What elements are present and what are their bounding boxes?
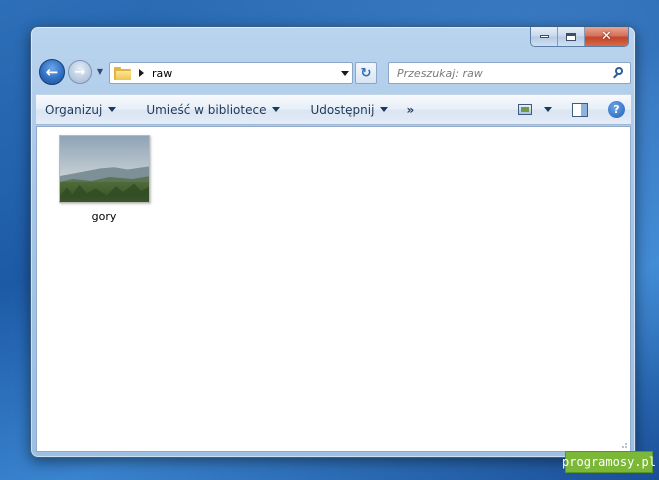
organize-label: Organizuj <box>45 102 103 117</box>
search-icon[interactable] <box>610 65 626 81</box>
breadcrumb-item-raw[interactable]: raw <box>152 67 338 80</box>
chevron-down-icon: ▼ <box>96 67 104 76</box>
back-arrow-icon: ← <box>45 63 59 81</box>
maximize-icon <box>566 32 576 41</box>
refresh-icon: ↻ <box>360 65 372 81</box>
address-bar[interactable]: raw <box>109 62 353 84</box>
chevron-down-icon <box>341 70 349 76</box>
recent-pages-button[interactable]: ▼ <box>95 67 105 77</box>
search-box[interactable] <box>388 62 631 84</box>
image-thumbnail[interactable] <box>58 135 150 203</box>
minimize-button[interactable] <box>531 27 558 46</box>
preview-pane-icon[interactable] <box>572 102 588 117</box>
chevron-down-icon <box>272 107 281 112</box>
back-button[interactable]: ← <box>39 59 65 85</box>
share-label: Udostępnij <box>310 102 375 117</box>
folder-icon <box>114 66 131 80</box>
change-view-icon[interactable] <box>518 104 532 115</box>
file-list-pane[interactable]: gory <box>36 126 631 452</box>
refresh-button[interactable]: ↻ <box>355 62 377 84</box>
maximize-button[interactable] <box>558 27 585 46</box>
share-menu-button[interactable]: Udostępnij <box>301 95 397 124</box>
view-options-button[interactable] <box>544 107 552 112</box>
search-input[interactable] <box>397 66 610 80</box>
minimize-icon <box>539 35 549 38</box>
resize-grip-icon[interactable] <box>618 439 628 449</box>
include-in-library-label: Umieść w bibliotece <box>146 102 267 117</box>
chevron-down-icon <box>380 107 389 112</box>
watermark: programosy.pl <box>562 451 656 473</box>
close-icon: ✕ <box>601 29 612 44</box>
close-button[interactable]: ✕ <box>585 27 628 46</box>
forward-arrow-icon: → <box>74 64 86 80</box>
help-icon[interactable]: ? <box>608 101 625 118</box>
breadcrumb-separator-icon[interactable] <box>139 69 144 77</box>
chevron-down-icon <box>108 107 117 112</box>
address-history-button[interactable] <box>338 63 352 83</box>
file-name[interactable]: gory <box>92 210 117 223</box>
explorer-window: ✕ ← → ▼ raw ↻ Przeszukaj: raw Organizuj … <box>30 26 636 458</box>
more-commands-button[interactable]: » <box>397 103 423 117</box>
file-item[interactable]: gory <box>56 135 152 223</box>
toolbar-right-group: ? <box>518 95 631 124</box>
include-in-library-button[interactable]: Umieść w bibliotece <box>137 95 289 124</box>
organize-menu-button[interactable]: Organizuj <box>36 95 125 124</box>
command-bar: Organizuj Umieść w bibliotece Udostępnij… <box>36 94 631 125</box>
navigation-bar: ← → ▼ raw ↻ <box>39 59 631 87</box>
caption-buttons: ✕ <box>530 27 629 47</box>
forward-button[interactable]: → <box>68 60 92 84</box>
